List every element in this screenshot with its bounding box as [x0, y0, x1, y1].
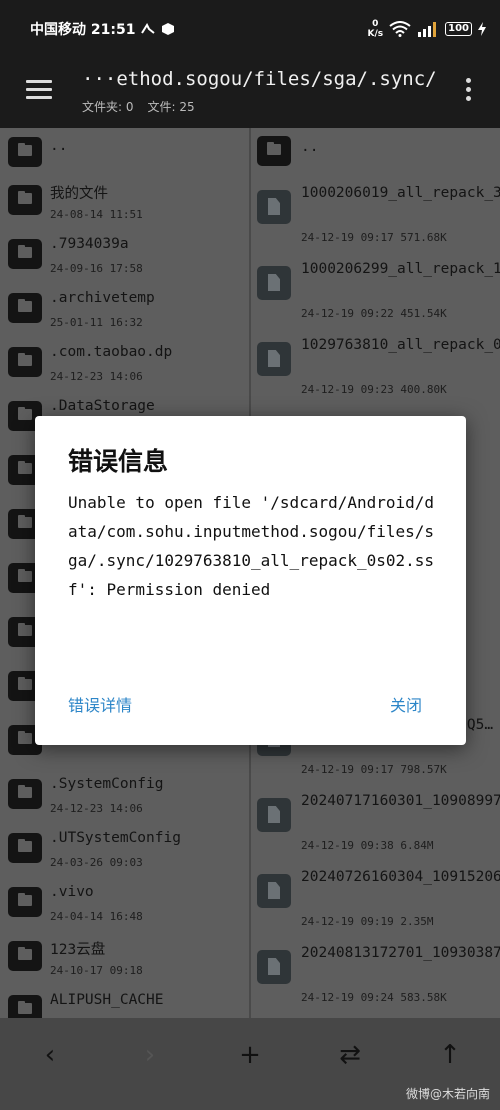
dialog-title: 错误信息: [68, 447, 169, 476]
network-speed: 0 K/s: [367, 19, 384, 39]
list-item[interactable]: .vivo 24-04-14 16:48: [0, 878, 249, 932]
list-item[interactable]: 1000206299_all_repack_1JJm.ssf 24-12-19 0…: [251, 252, 500, 328]
carrier-time: 中国移动 21:51: [30, 22, 136, 38]
folder-icon: [8, 347, 42, 377]
item-meta: 24-09-16 17:58: [50, 262, 143, 275]
list-item[interactable]: .UTSystemConfig 24-03-26 09:03: [0, 824, 249, 878]
list-item[interactable]: 1029763810_all_repack_0s02.ssf 24-12-19 0…: [251, 328, 500, 404]
back-button[interactable]: ‹: [30, 1040, 70, 1070]
files-count: 25: [179, 100, 195, 114]
item-meta: 24-03-26 09:03: [50, 856, 143, 869]
charging-icon: [478, 22, 486, 36]
folder-icon: [8, 185, 42, 215]
item-name: .archivetemp: [50, 290, 155, 306]
list-item[interactable]: ALIPUSH_CACHE24-12-14 19:02: [0, 986, 249, 1018]
forward-button[interactable]: ›: [130, 1040, 170, 1070]
folder-icon: [8, 293, 42, 323]
battery-icon: 100: [445, 22, 472, 36]
item-meta: 24-12-23 14:06: [50, 802, 143, 815]
item-name: 1000206299_all_repack_1JJm.ssf: [301, 261, 500, 277]
item-name: ..: [301, 139, 319, 155]
item-meta: 24-08-14 11:51: [50, 208, 143, 221]
wifi-icon: [389, 21, 411, 37]
item-name: 20240726160304_1091520695_all_repack_99…: [301, 869, 500, 885]
folder-icon: [8, 887, 42, 917]
item-meta: 24-12-19 09:17 571.68K: [301, 231, 447, 244]
list-item[interactable]: 20240717160301_1090899775_all_repack_Zz……: [251, 784, 500, 860]
up-directory-button[interactable]: ↑: [430, 1040, 470, 1070]
error-dialog: 错误信息 Unable to open file '/sdcard/Androi…: [35, 416, 466, 745]
list-item[interactable]: .archivetemp 25-01-11 16:32: [0, 284, 249, 338]
folder-icon: [8, 137, 42, 167]
item-name: 1029763810_all_repack_0s02.ssf: [301, 337, 500, 353]
files-count-label: 文件:: [147, 100, 176, 114]
item-name: .vivo: [50, 884, 94, 900]
file-icon: [257, 950, 291, 984]
current-path[interactable]: ···ethod.sogou/files/sga/.sync/: [82, 68, 452, 90]
file-icon: [257, 190, 291, 224]
close-button[interactable]: 关闭: [390, 692, 422, 716]
item-name: .SystemConfig: [50, 776, 164, 792]
item-meta: 24-12-19 09:19 2.35M: [301, 915, 434, 928]
item-meta: 24-12-19 09:17 798.57K: [301, 763, 447, 776]
item-meta: 24-12-19 09:38 6.84M: [301, 839, 434, 852]
list-item[interactable]: .7934039a 24-09-16 17:58: [0, 230, 249, 284]
item-name: ALIPUSH_CACHE: [50, 992, 164, 1008]
status-bar: 中国移动 21:51 0 K/s 100: [0, 0, 500, 58]
item-name: ..: [50, 138, 68, 154]
signal-status-icon: [141, 23, 156, 34]
item-meta: 24-10-17 09:18: [50, 964, 143, 977]
list-item[interactable]: 123云盘 24-10-17 09:18: [0, 932, 249, 986]
app-header: ···ethod.sogou/files/sga/.sync/ 文件夹: 0 文…: [0, 58, 500, 128]
item-name: 1000206019_all_repack_3pCo.ssf: [301, 185, 500, 201]
item-name: 我的文件: [50, 186, 108, 202]
file-icon: [257, 874, 291, 908]
error-details-button[interactable]: 错误详情: [68, 692, 132, 716]
app-notification-icon: [162, 23, 175, 35]
bottom-toolbar: ‹ › + ⇄ ↑ 微博@木若向南: [0, 1018, 500, 1110]
folders-count-label: 文件夹:: [82, 100, 123, 114]
item-meta: 24-12-19 09:24 583.58K: [301, 991, 447, 1004]
list-item[interactable]: .com.taobao.dp 24-12-23 14:06: [0, 338, 249, 392]
folder-icon: [8, 995, 42, 1018]
item-meta: 24-04-14 16:48: [50, 910, 143, 923]
list-item[interactable]: 我的文件 24-08-14 11:51: [0, 176, 249, 230]
item-name: .DataStorage: [50, 398, 155, 414]
item-name: 123云盘: [50, 942, 106, 958]
list-item[interactable]: .SystemConfig 24-12-23 14:06: [0, 770, 249, 824]
folder-icon: [8, 779, 42, 809]
folder-icon: [8, 941, 42, 971]
folder-icon: [257, 136, 291, 166]
item-name: 20240717160301_1090899775_all_repack_Zz…: [301, 793, 500, 809]
list-item[interactable]: 1000206019_all_repack_3pCo.ssf 24-12-19 0…: [251, 176, 500, 252]
item-meta: 24-12-23 14:06: [50, 370, 143, 383]
item-counts: 文件夹: 0 文件: 25: [82, 98, 195, 115]
folders-count: 0: [125, 100, 134, 114]
item-name: 20240813172701_1093038700_all_repack_4H…: [301, 945, 500, 961]
swap-panes-button[interactable]: ⇄: [330, 1040, 370, 1070]
list-item[interactable]: ..: [251, 128, 500, 176]
list-item[interactable]: 20240813172701_1093038700_all_repack_4H……: [251, 936, 500, 1012]
item-meta: 24-12-19 09:22 451.54K: [301, 307, 447, 320]
item-name: .7934039a: [50, 236, 129, 252]
item-meta: 25-01-11 16:32: [50, 316, 143, 329]
item-meta: 24-12-19 09:23 400.80K: [301, 383, 447, 396]
list-item[interactable]: ..: [0, 128, 249, 176]
more-options-icon[interactable]: [466, 78, 472, 105]
list-item[interactable]: 20240726160304_1091520695_all_repack_99……: [251, 860, 500, 936]
folder-icon: [8, 239, 42, 269]
item-name: .UTSystemConfig: [50, 830, 181, 846]
menu-icon[interactable]: [26, 80, 52, 100]
file-icon: [257, 342, 291, 376]
item-name: .com.taobao.dp: [50, 344, 173, 360]
dialog-message: Unable to open file '/sdcard/Android/dat…: [68, 493, 435, 599]
folder-icon: [8, 833, 42, 863]
file-icon: [257, 266, 291, 300]
file-icon: [257, 798, 291, 832]
cellular-signal-icon: [418, 22, 437, 37]
watermark: 微博@木若向南: [405, 1087, 490, 1101]
add-button[interactable]: +: [230, 1040, 270, 1070]
